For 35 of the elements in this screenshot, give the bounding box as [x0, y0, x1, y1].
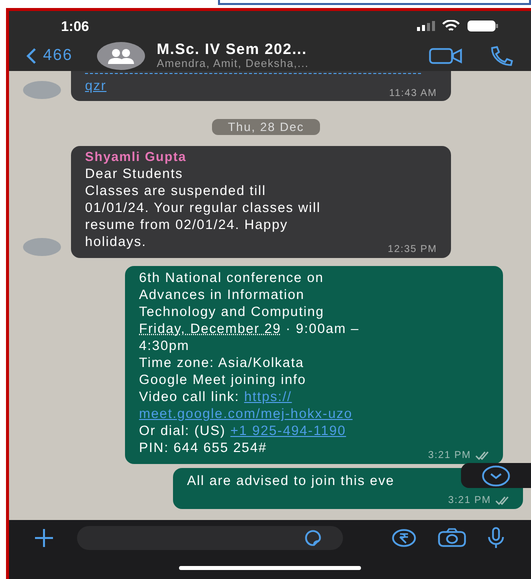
message-time: 12:35 PM: [388, 242, 437, 256]
camera-icon[interactable]: [437, 528, 467, 548]
group-members: Amendra, Amit, Deeksha,...: [156, 58, 310, 70]
message-time: 3:21 PM: [448, 494, 491, 508]
battery-icon: [467, 20, 499, 32]
sender-name: Shyamli Gupta: [85, 149, 188, 165]
date-link[interactable]: Friday, December 29: [139, 321, 282, 336]
microphone-icon[interactable]: [487, 527, 505, 549]
message-text: 6th National conference on Advances in Information Technology and Computing Friday, December 29 · 9:00am – 4:30pm Time zone: Asia/Kolkata Google Meet joining info Video call link: https:// meet.google.com/mej-hokx-uzo Or dial: (US) +1 925-494-1190 PIN: 644 655 254#: [139, 269, 360, 456]
link[interactable]: +1 925-494-1190: [230, 423, 346, 438]
chevron-down-icon: [481, 464, 511, 486]
link[interactable]: meet.google.com/mej-hokx-uzo: [139, 406, 353, 421]
message-time: 3:21 PM: [428, 448, 471, 462]
people-icon: [106, 48, 135, 64]
scroll-down-button[interactable]: [461, 463, 531, 488]
message-time: 11:43 AM: [389, 86, 437, 100]
message-text: Dear Students Classes are suspended till 01/01/24. Your regular classes will resume from 02/01/24. Happy holidays.: [85, 165, 321, 250]
video-call-icon[interactable]: [429, 47, 463, 65]
plus-icon[interactable]: [33, 527, 55, 549]
signal-icon: [417, 21, 435, 31]
link[interactable]: https://: [244, 389, 292, 404]
back-chevron-icon: [25, 47, 37, 65]
unread-count: 466: [43, 47, 73, 65]
message-input-field[interactable]: [77, 526, 343, 550]
clock-time: 1:06: [61, 18, 90, 34]
phone-call-icon[interactable]: [489, 46, 513, 66]
message-text: All are advised to join this eve: [187, 472, 394, 489]
date-label: Thu, 28 Dec: [212, 119, 320, 135]
group-title[interactable]: M.Sc. IV Sem 202...: [156, 42, 429, 58]
wifi-icon: [442, 20, 460, 32]
group-avatar[interactable]: [96, 42, 145, 70]
back-button[interactable]: 466: [25, 47, 73, 65]
sticker-icon[interactable]: [303, 529, 323, 547]
rupee-icon[interactable]: [391, 528, 417, 548]
link[interactable]: qzr: [85, 78, 106, 93]
